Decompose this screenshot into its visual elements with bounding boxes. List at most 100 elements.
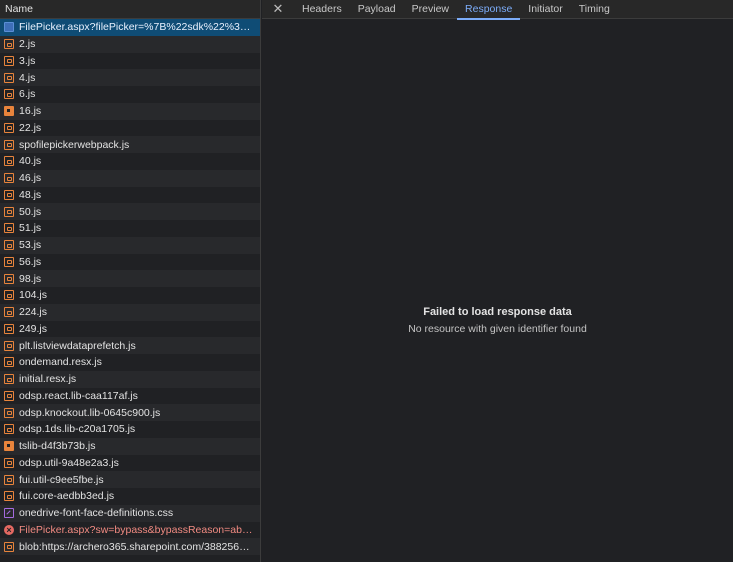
script-file-icon	[4, 390, 14, 401]
request-row[interactable]: odsp.1ds.lib-c20a1705.js	[0, 421, 260, 438]
tab-payload[interactable]: Payload	[350, 0, 404, 19]
doc-file-icon	[4, 22, 14, 33]
request-name: 50.js	[19, 205, 42, 218]
request-row[interactable]: 40.js	[0, 153, 260, 170]
request-row[interactable]: 3.js	[0, 52, 260, 70]
script-file-icon	[4, 340, 14, 351]
script-file-icon	[4, 474, 14, 485]
request-name: 98.js	[19, 272, 42, 285]
script-file-icon	[4, 357, 14, 368]
request-row[interactable]: odsp.util-9a48e2a3.js	[0, 454, 260, 472]
request-name: 6.js	[19, 88, 36, 101]
script-file-icon	[4, 206, 14, 217]
request-name: 224.js	[19, 306, 48, 319]
script-file-icon	[4, 323, 14, 334]
other-file-icon	[4, 441, 14, 452]
request-name: odsp.1ds.lib-c20a1705.js	[19, 423, 136, 436]
request-row[interactable]: 56.js	[0, 253, 260, 271]
request-row[interactable]: 104.js	[0, 287, 260, 304]
tab-timing[interactable]: Timing	[571, 0, 618, 19]
script-file-icon	[4, 223, 14, 234]
request-name: 4.js	[19, 71, 36, 84]
message-subtitle: No resource with given identifier found	[408, 323, 587, 335]
request-row[interactable]: 53.js	[0, 236, 260, 254]
request-row[interactable]: 51.js	[0, 220, 260, 237]
request-row[interactable]: × FilePicker.aspx?sw=bypass&bypassReason=…	[0, 521, 260, 539]
script-file-icon	[4, 55, 14, 66]
request-row[interactable]: 249.js	[0, 320, 260, 338]
request-name: onedrive-font-face-definitions.css	[19, 507, 174, 520]
request-row[interactable]: 50.js	[0, 203, 260, 220]
script-file-icon	[4, 156, 14, 167]
request-row[interactable]: tslib-d4f3b73b.js	[0, 437, 260, 455]
message-title: Failed to load response data	[423, 306, 572, 318]
request-row[interactable]: 16.js	[0, 102, 260, 120]
request-row[interactable]: FilePicker.aspx?filePicker=%7B%22sdk%22%…	[0, 19, 260, 36]
details-tabs: ✕ Headers Payload Preview Response Initiator…	[262, 0, 733, 20]
request-row[interactable]: 224.js	[0, 303, 260, 321]
script-file-icon	[4, 374, 14, 385]
script-file-icon	[4, 290, 14, 301]
name-column-header[interactable]: Name	[0, 0, 260, 19]
script-file-icon	[4, 407, 14, 418]
request-row[interactable]: 98.js	[0, 270, 260, 287]
request-name: odsp.react.lib-caa117af.js	[19, 389, 138, 402]
script-file-icon	[4, 240, 14, 251]
script-file-icon	[4, 457, 14, 468]
response-message: Failed to load response data No resource…	[262, 306, 733, 335]
request-name: initial.resx.js	[19, 373, 77, 386]
request-name: plt.listviewdataprefetch.js	[19, 339, 136, 352]
request-name: fui.util-c9ee5fbe.js	[19, 473, 104, 486]
script-file-icon	[4, 39, 14, 50]
request-row[interactable]: fui.util-c9ee5fbe.js	[0, 471, 260, 488]
other-file-icon	[4, 106, 14, 117]
request-name: 16.js	[19, 105, 42, 118]
request-name: 48.js	[19, 188, 42, 201]
request-name: 2.js	[19, 38, 36, 51]
script-file-icon	[4, 273, 14, 284]
request-name: odsp.util-9a48e2a3.js	[19, 456, 119, 469]
request-name: spofilepickerwebpack.js	[19, 138, 130, 151]
request-name: fui.core-aedbb3ed.js	[19, 490, 115, 503]
request-name: 249.js	[19, 322, 48, 335]
request-row[interactable]: odsp.knockout.lib-0645c900.js	[0, 404, 260, 421]
close-icon[interactable]: ✕	[270, 1, 286, 17]
request-row[interactable]: 2.js	[0, 35, 260, 53]
request-name: 3.js	[19, 54, 36, 67]
css-file-icon	[4, 508, 14, 519]
request-name: odsp.knockout.lib-0645c900.js	[19, 406, 161, 419]
error-file-icon: ×	[4, 524, 14, 535]
request-row[interactable]: initial.resx.js	[0, 370, 260, 388]
request-row[interactable]: 22.js	[0, 119, 260, 137]
request-row[interactable]: 4.js	[0, 69, 260, 86]
request-row[interactable]: fui.core-aedbb3ed.js	[0, 488, 260, 505]
request-name: blob:https://archero365.sharepoint.com/3…	[19, 540, 255, 553]
request-name: 40.js	[19, 155, 42, 168]
tab-initiator[interactable]: Initiator	[520, 0, 570, 19]
request-name: FilePicker.aspx?filePicker=%7B%22sdk%22%…	[19, 21, 255, 34]
request-row[interactable]: 46.js	[0, 169, 260, 187]
request-name: 51.js	[19, 222, 42, 235]
request-row[interactable]: odsp.react.lib-caa117af.js	[0, 387, 260, 405]
request-row[interactable]: spofilepickerwebpack.js	[0, 136, 260, 153]
request-row[interactable]: ondemand.resx.js	[0, 354, 260, 371]
request-row[interactable]: blob:https://archero365.sharepoint.com/3…	[0, 538, 260, 555]
request-name: 56.js	[19, 255, 42, 268]
tab-preview[interactable]: Preview	[404, 0, 457, 19]
request-name: 104.js	[19, 289, 48, 302]
script-file-icon	[4, 256, 14, 267]
request-row[interactable]: 6.js	[0, 86, 260, 103]
script-file-icon	[4, 72, 14, 83]
request-name: FilePicker.aspx?sw=bypass&bypassReason=a…	[19, 523, 255, 536]
script-file-icon	[4, 307, 14, 318]
tab-headers[interactable]: Headers	[294, 0, 350, 19]
script-file-icon	[4, 541, 14, 552]
request-row[interactable]: 48.js	[0, 186, 260, 204]
request-name: ondemand.resx.js	[19, 356, 102, 369]
script-file-icon	[4, 89, 14, 100]
request-rows: FilePicker.aspx?filePicker=%7B%22sdk%22%…	[0, 19, 260, 555]
tab-response[interactable]: Response	[457, 0, 521, 20]
request-row[interactable]: plt.listviewdataprefetch.js	[0, 337, 260, 354]
request-list: Name FilePicker.aspx?filePicker=%7B%22sd…	[0, 0, 261, 562]
request-row[interactable]: onedrive-font-face-definitions.css	[0, 504, 260, 522]
